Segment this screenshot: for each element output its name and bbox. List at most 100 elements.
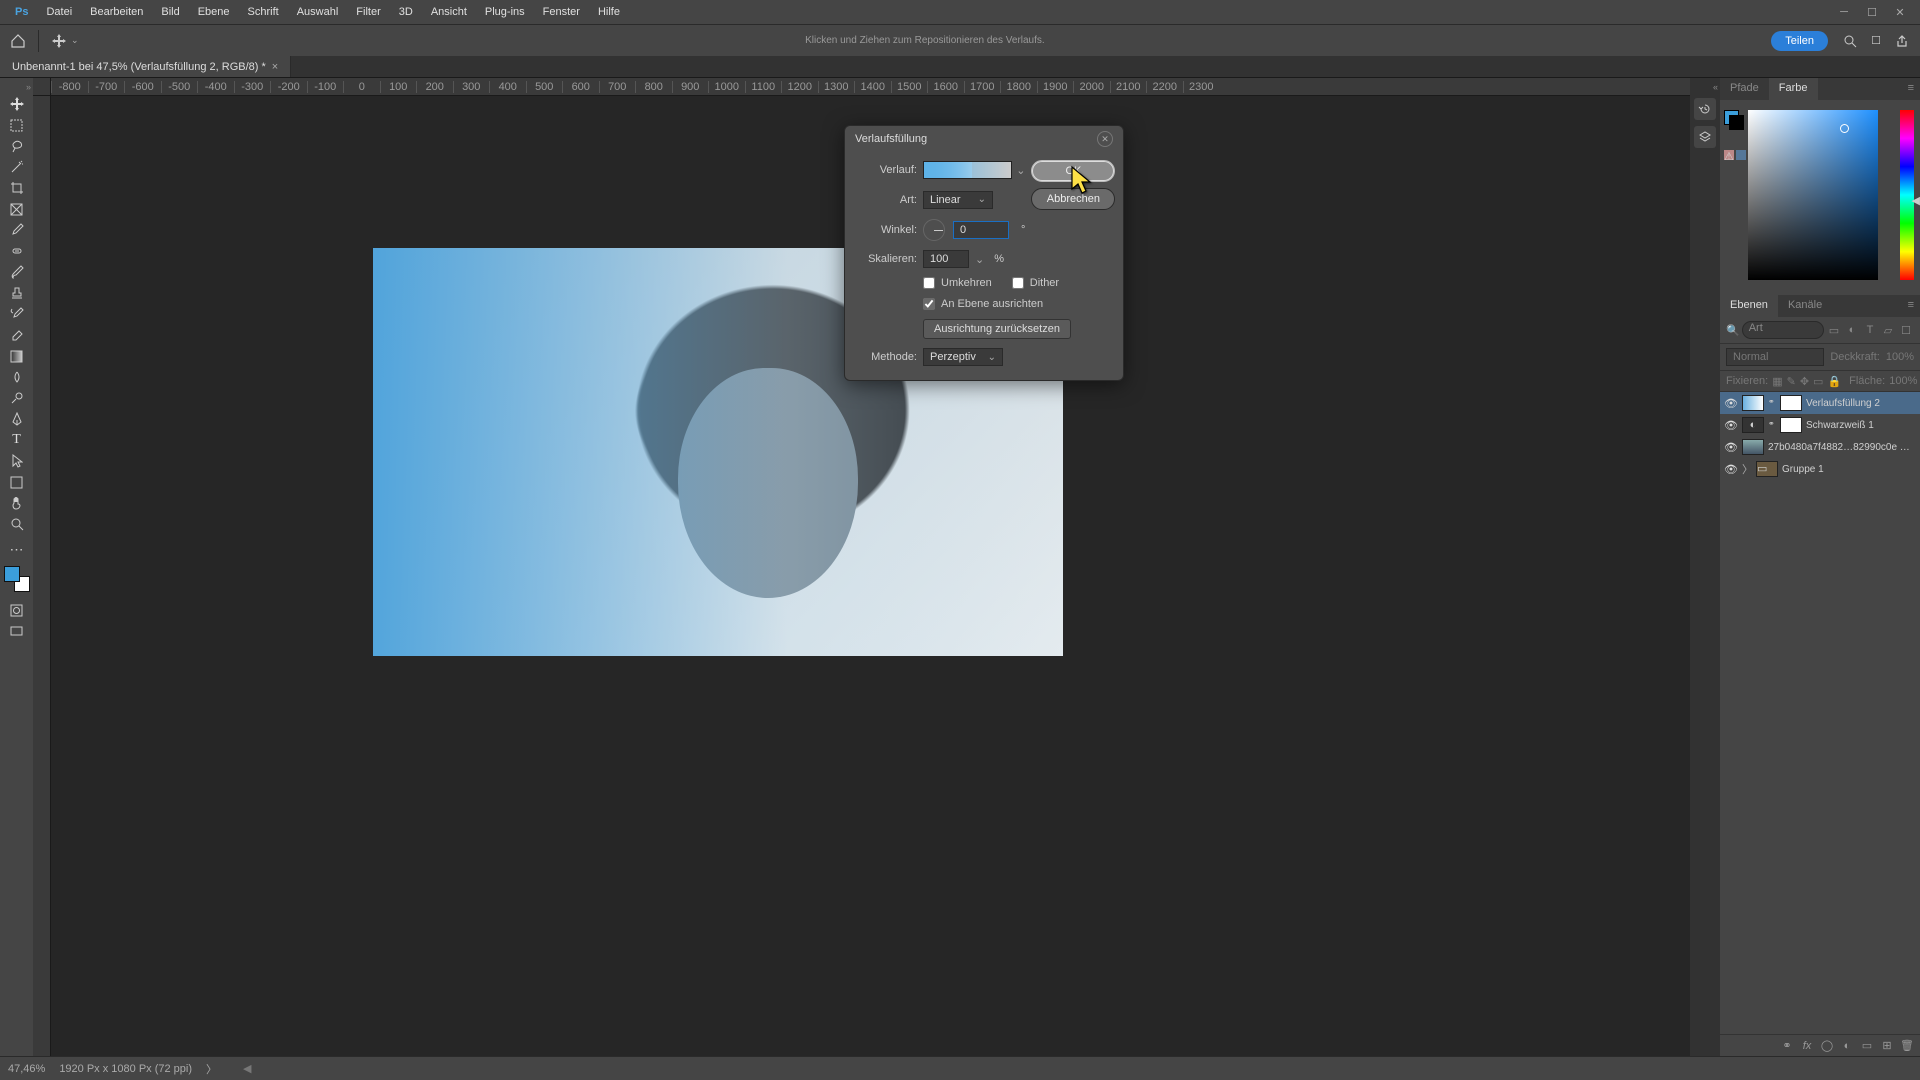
shape-tool[interactable] bbox=[5, 472, 29, 492]
expand-panels-icon[interactable]: « bbox=[1713, 82, 1720, 92]
umkehren-checkbox[interactable]: Umkehren bbox=[923, 277, 992, 289]
lock-brush-icon[interactable]: ✎ bbox=[1787, 374, 1796, 388]
eraser-tool[interactable] bbox=[5, 325, 29, 345]
menu-filter[interactable]: Filter bbox=[347, 2, 389, 22]
color-swatches[interactable] bbox=[4, 566, 30, 592]
hand-tool[interactable] bbox=[5, 493, 29, 513]
history-panel-icon[interactable] bbox=[1694, 98, 1716, 120]
lock-pixels-icon[interactable]: ▦ bbox=[1772, 374, 1782, 388]
color-field[interactable] bbox=[1748, 110, 1878, 280]
layer-mask[interactable] bbox=[1780, 417, 1802, 433]
edit-toolbar-icon[interactable]: ⋯ bbox=[5, 539, 29, 559]
history-brush-tool[interactable] bbox=[5, 304, 29, 324]
lock-artboard-icon[interactable]: ▭ bbox=[1813, 374, 1823, 388]
dodge-tool[interactable] bbox=[5, 388, 29, 408]
heal-tool[interactable] bbox=[5, 241, 29, 261]
app-logo[interactable]: Ps bbox=[6, 2, 37, 22]
layer-thumb[interactable]: ◐ bbox=[1742, 417, 1764, 433]
new-layer-icon[interactable]: ⊞ bbox=[1880, 1039, 1894, 1053]
layer-name[interactable]: Schwarzweiß 1 bbox=[1806, 420, 1916, 431]
scrollbar-left-icon[interactable]: ◀ bbox=[243, 1062, 251, 1075]
tab-kanaele[interactable]: Kanäle bbox=[1778, 295, 1832, 317]
zoom-value[interactable]: 47,46% bbox=[8, 1063, 45, 1075]
layer-row[interactable]: 👁〉▭Gruppe 1 bbox=[1720, 458, 1920, 480]
panel-menu-icon[interactable]: ≡ bbox=[1902, 78, 1920, 100]
filter-adj-icon[interactable]: ◐ bbox=[1844, 322, 1860, 338]
ruler-origin[interactable] bbox=[33, 78, 51, 96]
ok-button[interactable]: OK bbox=[1031, 160, 1115, 182]
layer-row[interactable]: 👁⚭Verlaufsfüllung 2 bbox=[1720, 392, 1920, 414]
menu-fenster[interactable]: Fenster bbox=[534, 2, 589, 22]
angle-dial[interactable] bbox=[923, 219, 945, 241]
info-chevron-icon[interactable]: 〉 bbox=[206, 1061, 217, 1077]
link-layers-icon[interactable]: ⚭ bbox=[1780, 1039, 1794, 1053]
methode-select[interactable]: Perzeptiv bbox=[923, 348, 1003, 366]
menu-auswahl[interactable]: Auswahl bbox=[288, 2, 348, 22]
blur-tool[interactable] bbox=[5, 367, 29, 387]
wand-tool[interactable] bbox=[5, 157, 29, 177]
layer-row[interactable]: 👁◐⚭Schwarzweiß 1 bbox=[1720, 414, 1920, 436]
art-select[interactable]: Linear bbox=[923, 191, 993, 209]
layer-thumb[interactable] bbox=[1742, 439, 1764, 455]
home-icon[interactable] bbox=[6, 29, 30, 53]
hue-slider-handle-icon[interactable]: ◀ bbox=[1912, 194, 1920, 207]
dialog-close-icon[interactable]: ✕ bbox=[1097, 131, 1113, 147]
tab-farbe[interactable]: Farbe bbox=[1769, 78, 1818, 100]
link-icon[interactable]: ⚭ bbox=[1768, 419, 1776, 431]
layer-row[interactable]: 👁27b0480a7f4882…82990c0e Kopie bbox=[1720, 436, 1920, 458]
visibility-icon[interactable]: 👁 bbox=[1724, 463, 1738, 476]
path-select-tool[interactable] bbox=[5, 451, 29, 471]
fx-icon[interactable]: fx bbox=[1800, 1039, 1814, 1053]
layer-mask[interactable] bbox=[1780, 395, 1802, 411]
brush-tool[interactable] bbox=[5, 262, 29, 282]
ruler-horizontal[interactable]: -800-700-600-500-400-300-200-10001002003… bbox=[51, 78, 1690, 96]
color-selector-ring[interactable] bbox=[1840, 124, 1849, 133]
trash-icon[interactable]: 🗑 bbox=[1900, 1039, 1914, 1053]
layers-panel-icon[interactable] bbox=[1694, 126, 1716, 148]
filter-shape-icon[interactable]: ▱ bbox=[1880, 322, 1896, 338]
group-chevron-icon[interactable]: 〉 bbox=[1742, 461, 1752, 477]
lasso-tool[interactable] bbox=[5, 136, 29, 156]
gradient-tool[interactable] bbox=[5, 346, 29, 366]
skalieren-dropdown-icon[interactable]: ⌄ bbox=[975, 253, 984, 266]
screenmode-icon[interactable] bbox=[5, 621, 29, 641]
layer-thumb[interactable] bbox=[1742, 395, 1764, 411]
crop-tool[interactable] bbox=[5, 178, 29, 198]
layer-filter-input[interactable]: Art bbox=[1742, 321, 1824, 339]
reset-align-button[interactable]: Ausrichtung zurücksetzen bbox=[923, 319, 1071, 339]
filter-search-icon[interactable]: 🔍 bbox=[1726, 324, 1740, 337]
frame-tool[interactable] bbox=[5, 199, 29, 219]
link-icon[interactable]: ⚭ bbox=[1768, 397, 1776, 409]
quickmask-icon[interactable] bbox=[5, 600, 29, 620]
eyedropper-tool[interactable] bbox=[5, 220, 29, 240]
cancel-button[interactable]: Abbrechen bbox=[1031, 188, 1115, 210]
workspace-icon[interactable]: ☐ bbox=[1864, 29, 1888, 53]
opacity-value[interactable]: 100% bbox=[1886, 351, 1914, 363]
gradient-preview[interactable] bbox=[923, 161, 1012, 179]
tab-ebenen[interactable]: Ebenen bbox=[1720, 295, 1778, 317]
gradient-dropdown-icon[interactable]: ⌄ bbox=[1016, 164, 1025, 177]
menu-schrift[interactable]: Schrift bbox=[239, 2, 288, 22]
collapse-toolbar-icon[interactable]: » bbox=[26, 82, 33, 92]
lock-all-icon[interactable]: 🔒 bbox=[1827, 374, 1841, 388]
layer-name[interactable]: Gruppe 1 bbox=[1782, 464, 1916, 475]
visibility-icon[interactable]: 👁 bbox=[1724, 397, 1738, 410]
zoom-tool[interactable] bbox=[5, 514, 29, 534]
type-tool[interactable]: T bbox=[5, 430, 29, 450]
color-panel-swatches[interactable] bbox=[1724, 110, 1744, 130]
export-icon[interactable] bbox=[1890, 29, 1914, 53]
menu-3d[interactable]: 3D bbox=[390, 2, 422, 22]
dialog-titlebar[interactable]: Verlaufsfüllung ✕ bbox=[845, 126, 1123, 152]
doc-info[interactable]: 1920 Px x 1080 Px (72 ppi) bbox=[59, 1063, 192, 1075]
filter-image-icon[interactable]: ▭ bbox=[1826, 322, 1842, 338]
layers-menu-icon[interactable]: ≡ bbox=[1902, 295, 1920, 317]
skalieren-input[interactable]: 100 bbox=[923, 250, 969, 268]
stamp-tool[interactable] bbox=[5, 283, 29, 303]
fill-value[interactable]: 100% bbox=[1889, 375, 1917, 387]
document-tab[interactable]: Unbenannt-1 bei 47,5% (Verlaufsfüllung 2… bbox=[0, 56, 291, 77]
dither-checkbox[interactable]: Dither bbox=[1012, 277, 1059, 289]
fg-color-swatch[interactable] bbox=[4, 566, 20, 582]
mask-icon[interactable]: ◯ bbox=[1820, 1039, 1834, 1053]
ausrichten-checkbox[interactable]: An Ebene ausrichten bbox=[923, 298, 1115, 310]
window-maximize-icon[interactable]: ☐ bbox=[1858, 4, 1886, 20]
